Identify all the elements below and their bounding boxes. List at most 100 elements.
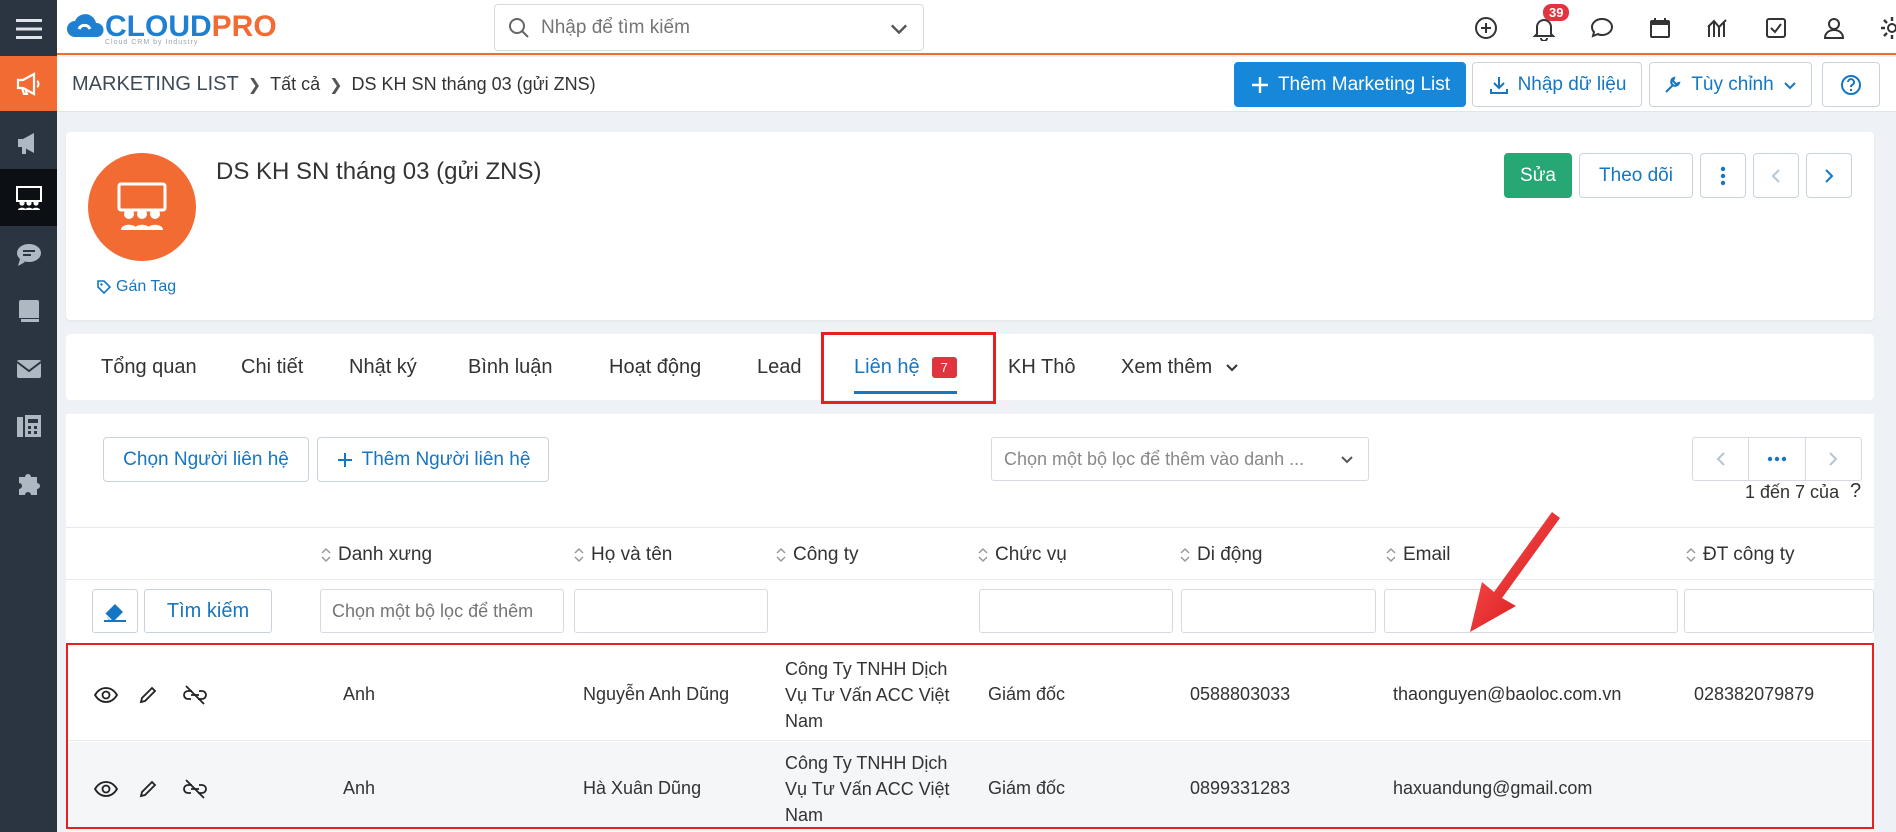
customize-button[interactable]: Tùy chỉnh <box>1649 62 1812 107</box>
help-button[interactable] <box>1822 62 1880 107</box>
mobile-filter[interactable] <box>1181 589 1376 633</box>
salutation-filter[interactable] <box>320 589 564 633</box>
clear-filter-button[interactable] <box>92 589 138 633</box>
fullname-filter[interactable] <box>574 589 768 633</box>
top-icon-bar: 39 <box>1457 0 1896 55</box>
sidebar-item-knowledge[interactable] <box>0 283 57 340</box>
tab-raw-customers[interactable]: KH Thô <box>1008 334 1075 400</box>
tab-log[interactable]: Nhật ký <box>349 334 417 400</box>
column-header-fullname[interactable]: Họ và tên <box>574 528 672 581</box>
sidebar-item-email[interactable] <box>0 340 57 397</box>
filter-row: Tìm kiếm <box>66 580 1874 640</box>
more-actions-button[interactable] <box>1700 153 1746 198</box>
cell-email[interactable]: haxuandung@gmail.com <box>1393 742 1592 832</box>
pagination-help[interactable]: ? <box>1850 480 1861 503</box>
app-logo[interactable]: CLOUDPRO Cloud CRM by Industry <box>67 3 277 51</box>
checkbox-icon <box>1766 17 1786 38</box>
tab-lead[interactable]: Lead <box>757 334 802 400</box>
column-header-title[interactable]: Chức vụ <box>978 528 1067 581</box>
download-icon <box>1489 76 1508 94</box>
add-contact-button[interactable]: Thêm Người liên hệ <box>317 437 549 482</box>
next-record-button[interactable] <box>1806 153 1852 198</box>
sidebar-item-campaign[interactable] <box>0 114 57 171</box>
sidebar-item-fax[interactable] <box>0 397 57 454</box>
tab-comments[interactable]: Bình luận <box>468 334 553 400</box>
page-more-button[interactable] <box>1749 438 1806 480</box>
search-input[interactable] <box>541 16 871 39</box>
plus-icon <box>337 452 352 467</box>
search-icon <box>509 17 529 38</box>
company-phone-filter[interactable] <box>1684 589 1874 633</box>
unlink-button[interactable] <box>182 778 226 800</box>
tab-activities[interactable]: Hoạt động <box>609 334 701 400</box>
page-prev-button[interactable] <box>1693 438 1750 480</box>
view-button[interactable] <box>94 686 138 704</box>
column-header-email[interactable]: Email <box>1386 528 1451 581</box>
cell-company: Công Ty TNHH Dịch Vụ Tư Vấn ACC Việt Nam <box>785 658 950 731</box>
chevron-down-icon[interactable] <box>887 17 911 41</box>
title-filter[interactable] <box>979 589 1173 633</box>
settings-button[interactable] <box>1863 0 1896 55</box>
previous-record-button[interactable] <box>1753 153 1799 198</box>
sidebar-menu-toggle[interactable] <box>0 0 57 57</box>
calendar-button[interactable] <box>1631 0 1689 55</box>
email-filter[interactable] <box>1384 589 1678 633</box>
tab-overview[interactable]: Tổng quan <box>101 334 197 400</box>
horizontal-dots-icon <box>1767 456 1787 462</box>
book-icon <box>18 299 39 324</box>
sort-icon <box>574 547 584 562</box>
add-tag-link[interactable]: Gán Tag <box>96 278 176 296</box>
tasks-button[interactable] <box>1747 0 1805 55</box>
quick-add-button[interactable] <box>1457 0 1515 55</box>
table-row[interactable]: Anh Hà Xuân Dũng Công Ty TNHH Dịch Vụ Tư… <box>66 742 1874 832</box>
sidebar-item-marketing-list[interactable] <box>0 169 57 226</box>
column-header-salutation[interactable]: Danh xưng <box>321 528 432 581</box>
group-icon <box>15 185 42 210</box>
calendar-icon <box>1650 17 1670 38</box>
wrench-icon <box>1665 75 1681 93</box>
global-search[interactable] <box>494 4 924 51</box>
breadcrumb-all[interactable]: Tất cả <box>270 74 320 95</box>
notifications-button[interactable]: 39 <box>1515 0 1573 55</box>
cell-title: Giám đốc <box>988 778 1066 798</box>
sidebar-item-marketing[interactable] <box>0 56 57 111</box>
add-marketing-list-button[interactable]: Thêm Marketing List <box>1234 62 1466 107</box>
follow-button[interactable]: Theo dõi <box>1579 153 1693 198</box>
cell-mobile[interactable]: 0899331283 <box>1190 742 1290 832</box>
unlink-icon <box>183 684 207 705</box>
cell-mobile[interactable]: 0588803033 <box>1190 648 1290 741</box>
page-next-button[interactable] <box>1806 438 1861 480</box>
edit-button[interactable]: Sửa <box>1504 153 1572 198</box>
tag-icon <box>97 280 112 295</box>
unlink-button[interactable] <box>182 684 226 706</box>
profile-button[interactable] <box>1805 0 1863 55</box>
chevron-down-icon <box>1783 81 1796 89</box>
column-header-company-phone[interactable]: ĐT công ty <box>1686 528 1795 581</box>
cell-company-phone[interactable]: 028382079879 <box>1694 648 1814 741</box>
sidebar <box>0 0 57 832</box>
cell-email[interactable]: thaonguyen@baoloc.com.vn <box>1393 648 1621 741</box>
tab-details[interactable]: Chi tiết <box>241 334 303 400</box>
filter-select-placeholder: Chọn một bộ lọc để thêm vào danh ... <box>1004 448 1305 469</box>
row-actions <box>94 648 226 741</box>
tab-more[interactable]: Xem thêm <box>1121 334 1240 400</box>
column-header-company[interactable]: Công ty <box>776 528 858 581</box>
sidebar-item-plugins[interactable] <box>0 454 57 511</box>
edit-row-button[interactable] <box>138 779 182 799</box>
cell-company: Công Ty TNHH Dịch Vụ Tư Vấn ACC Việt Nam <box>785 752 950 825</box>
messages-button[interactable] <box>1573 0 1631 55</box>
column-header-mobile[interactable]: Di động <box>1180 528 1263 581</box>
sidebar-item-chat[interactable] <box>0 226 57 283</box>
filter-search-button[interactable]: Tìm kiếm <box>144 589 272 633</box>
pencil-icon <box>139 686 157 703</box>
edit-row-button[interactable] <box>138 685 182 705</box>
breadcrumb-root[interactable]: MARKETING LIST <box>72 73 239 96</box>
reports-button[interactable] <box>1689 0 1747 55</box>
filter-select[interactable]: Chọn một bộ lọc để thêm vào danh ... <box>991 437 1369 481</box>
view-button[interactable] <box>94 780 138 798</box>
select-contact-button[interactable]: Chọn Người liên hệ <box>103 437 309 482</box>
table-row[interactable]: Anh Nguyễn Anh Dũng Công Ty TNHH Dịch Vụ… <box>66 648 1874 741</box>
settings-icon <box>1881 16 1896 39</box>
import-button[interactable]: Nhập dữ liệu <box>1472 62 1642 107</box>
help-circle-icon <box>1841 74 1861 95</box>
